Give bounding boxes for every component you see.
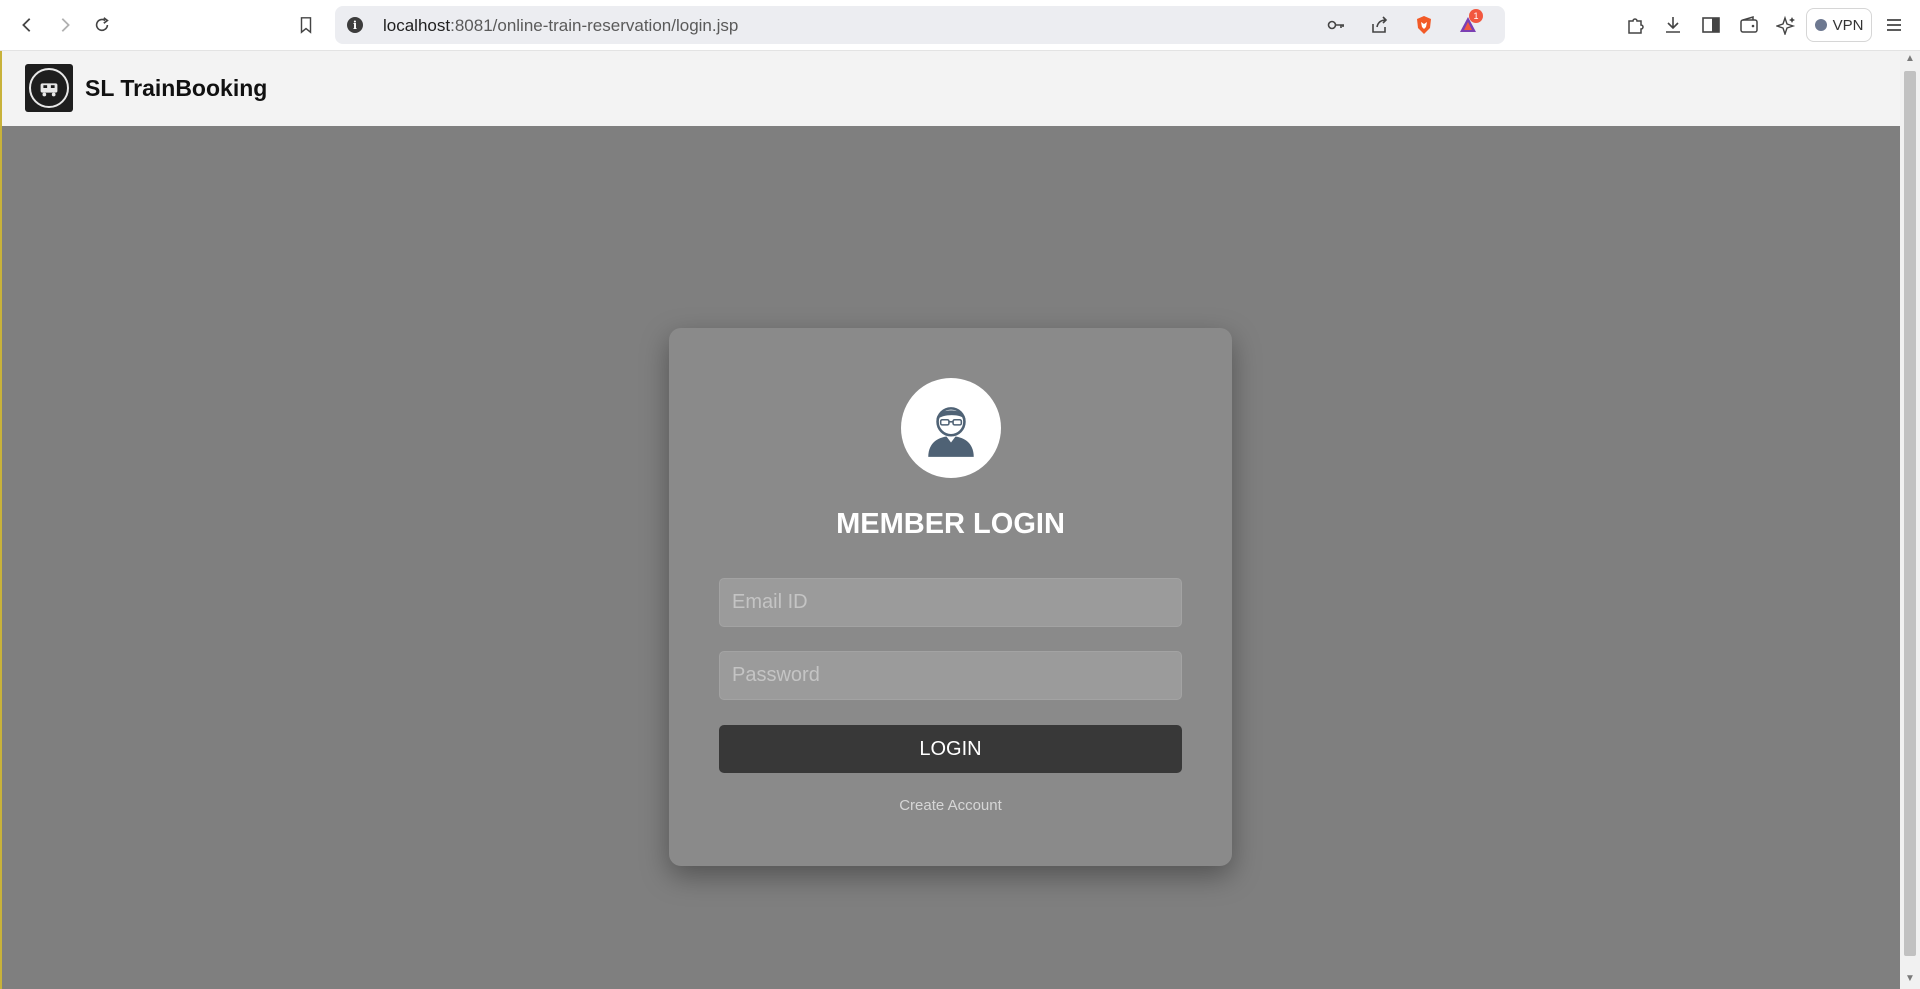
menu-icon[interactable]	[1882, 13, 1906, 37]
share-icon[interactable]	[1369, 14, 1391, 36]
scroll-up-icon[interactable]: ▲	[1905, 53, 1915, 64]
reload-icon[interactable]	[89, 12, 115, 38]
login-title: MEMBER LOGIN	[836, 508, 1065, 540]
url-text[interactable]: localhost:8081/online-train-reservation/…	[383, 16, 738, 36]
notification-badge: 1	[1469, 9, 1483, 23]
login-page-background: MEMBER LOGIN LOGIN Create Account	[2, 126, 1900, 989]
leo-ai-icon[interactable]	[1774, 13, 1798, 37]
password-input[interactable]	[719, 651, 1182, 700]
forward-icon[interactable]	[52, 12, 78, 38]
brave-rewards-icon[interactable]: 1	[1457, 9, 1483, 36]
scrollbar-thumb[interactable]	[1904, 71, 1916, 956]
sidebar-icon[interactable]	[1699, 13, 1723, 37]
page-scrollbar[interactable]: ▲ ▼	[1900, 51, 1920, 989]
vpn-label: VPN	[1832, 16, 1864, 34]
login-button[interactable]: LOGIN	[719, 725, 1182, 773]
create-account-link[interactable]: Create Account	[669, 797, 1232, 814]
site-header: SL TrainBooking	[2, 51, 1900, 126]
page-viewport: SL TrainBooking MEMBER LOGIN LOGIN Creat…	[0, 51, 1900, 989]
site-logo[interactable]	[25, 64, 73, 112]
brave-shield-icon[interactable]	[1413, 14, 1435, 36]
key-icon[interactable]	[1325, 14, 1347, 36]
vpn-button[interactable]: VPN	[1806, 8, 1872, 42]
browser-toolbar: i localhost:8081/online-train-reservatio…	[0, 0, 1920, 51]
user-avatar-icon	[901, 378, 1001, 478]
login-card: MEMBER LOGIN LOGIN Create Account	[669, 328, 1232, 866]
address-bar[interactable]: i localhost:8081/online-train-reservatio…	[335, 6, 1505, 44]
site-brand[interactable]: SL TrainBooking	[85, 75, 267, 102]
downloads-icon[interactable]	[1661, 13, 1685, 37]
wallet-icon[interactable]	[1737, 13, 1761, 37]
scroll-down-icon[interactable]: ▼	[1905, 973, 1915, 984]
bookmark-icon[interactable]	[293, 12, 319, 38]
back-icon[interactable]	[14, 12, 40, 38]
vpn-status-icon	[1814, 19, 1827, 31]
email-input[interactable]	[719, 578, 1182, 627]
extensions-icon[interactable]	[1623, 13, 1647, 37]
site-info-icon[interactable]: i	[347, 17, 363, 33]
train-logo-icon	[29, 68, 69, 108]
